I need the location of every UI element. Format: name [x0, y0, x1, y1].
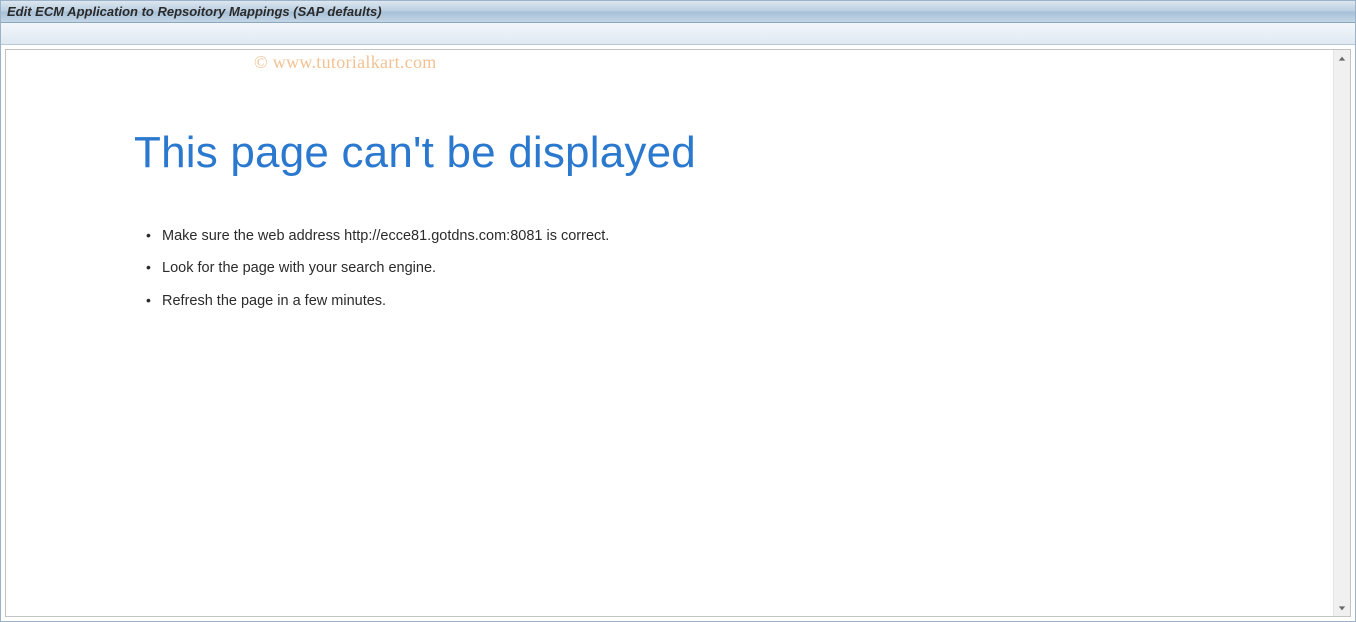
content-area: © www.tutorialkart.com This page can't b…	[5, 49, 1351, 617]
list-item: Look for the page with your search engin…	[162, 258, 1310, 278]
title-bar: Edit ECM Application to Repsoitory Mappi…	[1, 1, 1355, 23]
list-item: Make sure the web address http://ecce81.…	[162, 226, 1310, 246]
window-frame: Edit ECM Application to Repsoitory Mappi…	[0, 0, 1356, 622]
error-heading: This page can't be displayed	[134, 128, 1310, 178]
vertical-scrollbar[interactable]	[1333, 50, 1350, 616]
list-item: Refresh the page in a few minutes.	[162, 291, 1310, 311]
window-title: Edit ECM Application to Repsoitory Mappi…	[7, 4, 382, 19]
error-page: This page can't be displayed Make sure t…	[6, 50, 1350, 311]
scroll-up-arrow-icon[interactable]	[1334, 50, 1351, 67]
error-suggestion-list: Make sure the web address http://ecce81.…	[134, 226, 1310, 311]
scroll-down-arrow-icon[interactable]	[1334, 599, 1351, 616]
toolbar-strip	[1, 23, 1355, 45]
